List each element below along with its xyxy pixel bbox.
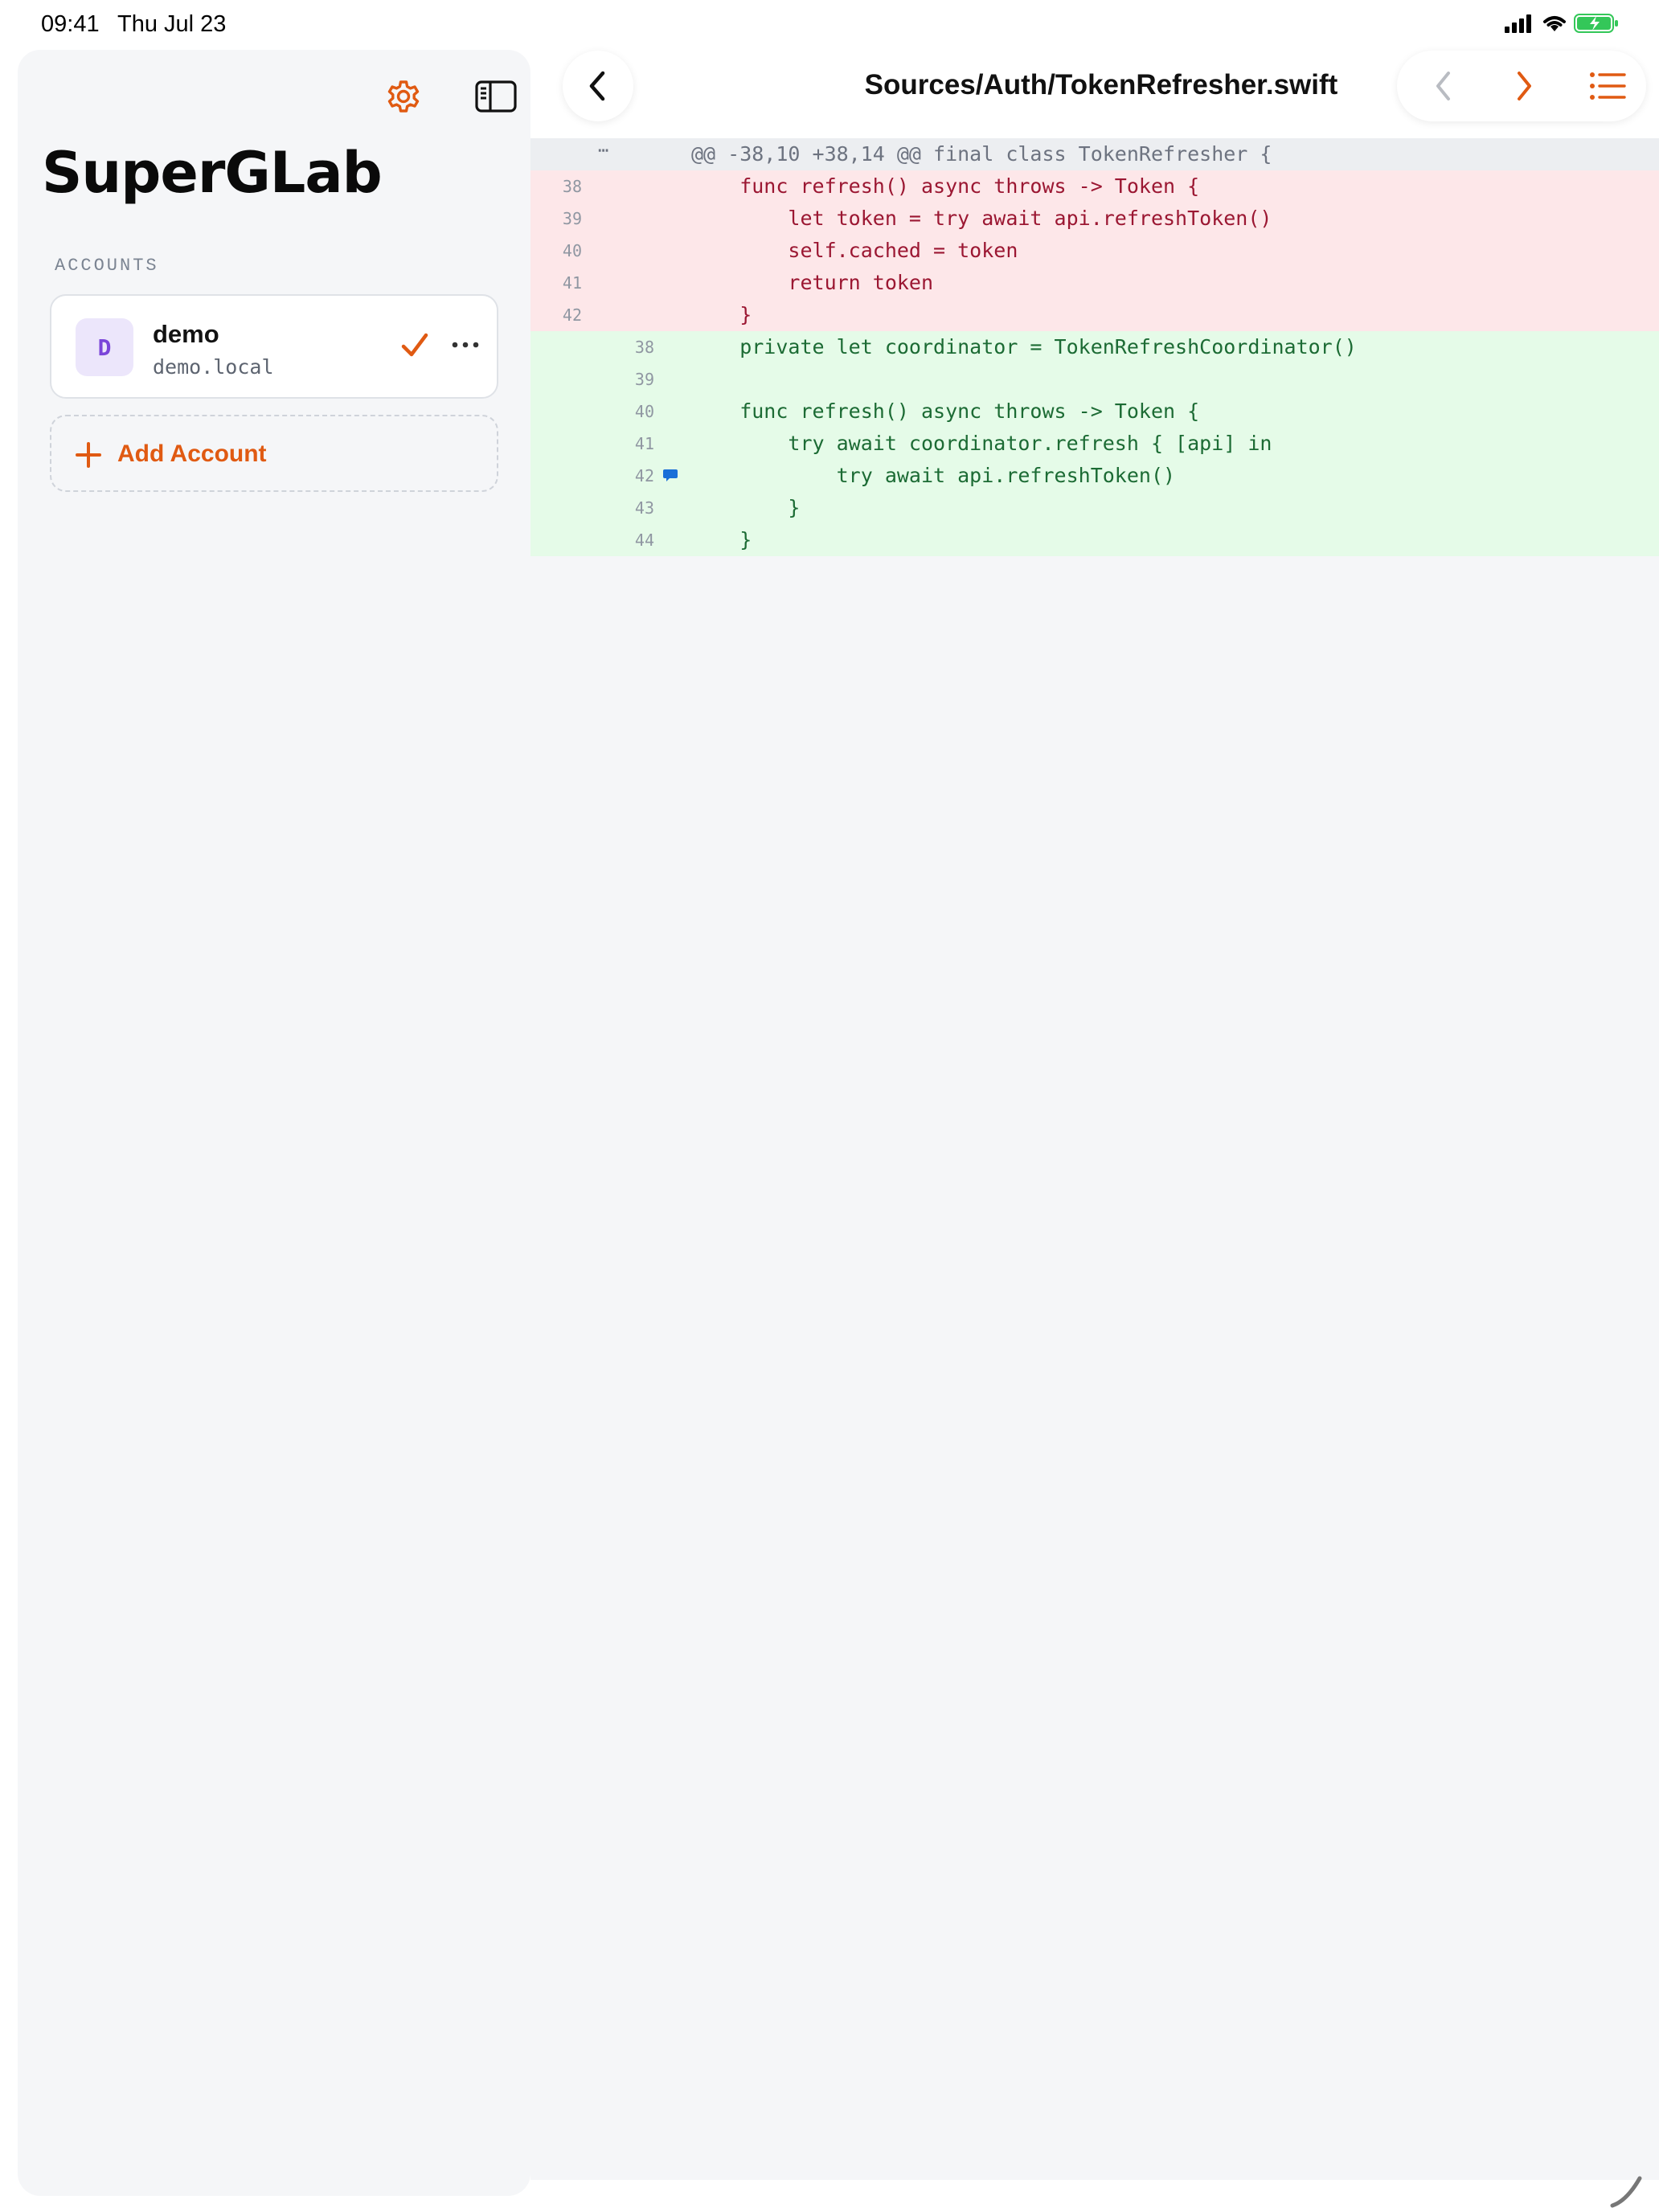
diff-line-deleted[interactable]: 38 func refresh() async throws -> Token … xyxy=(530,170,1659,203)
code-text: private let coordinator = TokenRefreshCo… xyxy=(691,335,1357,358)
scroll-indicator-icon xyxy=(1610,2176,1642,2208)
diff-line-deleted[interactable]: 39 let token = try await api.refreshToke… xyxy=(530,203,1659,235)
new-line-number: 43 xyxy=(634,498,654,518)
app-root: 09:41 Thu Jul 23 SuperGLab ACCOUNTS D de… xyxy=(0,0,1659,2212)
diff-line-deleted[interactable]: 42 } xyxy=(530,299,1659,331)
code-text: func refresh() async throws -> Token { xyxy=(691,399,1200,423)
code-text: } xyxy=(691,528,752,551)
code-text: func refresh() async throws -> Token { xyxy=(691,174,1200,198)
account-host: demo.local xyxy=(153,355,274,379)
diff-line-added[interactable]: 44 } xyxy=(530,524,1659,556)
app-title: SuperGLab xyxy=(42,140,383,206)
gear-icon xyxy=(387,80,420,113)
old-line-number: 41 xyxy=(562,273,582,293)
chevron-right-icon xyxy=(1518,72,1531,100)
status-bar: 09:41 Thu Jul 23 xyxy=(0,0,1659,50)
next-file-button[interactable] xyxy=(1493,51,1555,121)
diff-line-added[interactable]: 43 } xyxy=(530,492,1659,524)
chevron-left-icon xyxy=(1436,72,1450,100)
status-icons xyxy=(1505,13,1619,34)
code-text: self.cached = token xyxy=(691,239,1018,262)
settings-button[interactable] xyxy=(363,64,444,129)
code-text: return token xyxy=(691,271,934,294)
diff-line-deleted[interactable]: 40 self.cached = token xyxy=(530,235,1659,267)
old-line-number: 39 xyxy=(562,209,582,228)
old-line-number: 42 xyxy=(562,305,582,325)
new-line-number: 42 xyxy=(634,466,654,485)
new-line-number: 44 xyxy=(634,530,654,550)
sidebar-toggle-icon xyxy=(475,80,517,113)
diff-line-added[interactable]: 38 private let coordinator = TokenRefres… xyxy=(530,331,1659,363)
sidebar-toggle-button[interactable] xyxy=(452,64,540,129)
add-account-label: Add Account xyxy=(117,440,267,467)
accounts-section-label: ACCOUNTS xyxy=(55,256,159,276)
add-account-button[interactable]: Add Account xyxy=(50,415,498,492)
code-text: try await coordinator.refresh { [api] in xyxy=(691,432,1272,455)
account-menu-button[interactable] xyxy=(445,325,485,365)
file-list-button[interactable] xyxy=(1575,51,1640,121)
sidebar: SuperGLab ACCOUNTS D demo demo.local Add… xyxy=(18,50,530,2196)
diff-view: ⋯ @@ -38,10 +38,14 @@ final class TokenR… xyxy=(530,138,1659,2180)
new-line-number: 39 xyxy=(634,370,654,389)
hunk-header-text: @@ -38,10 +38,14 @@ final class TokenRef… xyxy=(691,142,1272,166)
new-line-number: 40 xyxy=(634,402,654,421)
expand-context-icon[interactable]: ⋯ xyxy=(598,135,608,167)
previous-file-button[interactable] xyxy=(1413,51,1474,121)
account-row-demo[interactable]: D demo demo.local xyxy=(50,294,498,399)
checkmark-icon xyxy=(401,333,428,357)
diff-line-added[interactable]: 41 try await coordinator.refresh { [api]… xyxy=(530,428,1659,460)
status-time: 09:41 xyxy=(41,11,100,37)
comment-bubble-icon[interactable] xyxy=(662,469,678,483)
diff-line-added[interactable]: 40 func refresh() async throws -> Token … xyxy=(530,395,1659,428)
diff-line-deleted[interactable]: 41 return token xyxy=(530,267,1659,299)
list-icon xyxy=(1590,72,1626,100)
chevron-left-icon xyxy=(589,71,605,101)
wifi-icon xyxy=(1543,16,1566,31)
hunk-header[interactable]: ⋯ @@ -38,10 +38,14 @@ final class TokenR… xyxy=(530,138,1659,170)
old-line-number: 40 xyxy=(562,241,582,260)
new-line-number: 41 xyxy=(634,434,654,453)
status-date: Thu Jul 23 xyxy=(117,11,227,37)
new-line-number: 38 xyxy=(634,338,654,357)
code-text: let token = try await api.refreshToken() xyxy=(691,207,1272,230)
file-navigation xyxy=(1397,51,1646,121)
diff-line-added[interactable]: 42 try await api.refreshToken() xyxy=(530,460,1659,492)
diff-line-added[interactable]: 39 xyxy=(530,363,1659,395)
cellular-signal-icon xyxy=(1505,14,1531,33)
battery-charging-icon xyxy=(1574,14,1618,33)
code-text: } xyxy=(691,496,801,519)
code-text: } xyxy=(691,303,752,326)
back-button[interactable] xyxy=(563,51,633,121)
ellipsis-icon xyxy=(452,342,479,348)
account-avatar: D xyxy=(76,318,133,376)
plus-icon xyxy=(76,442,101,468)
account-name: demo xyxy=(153,320,219,348)
old-line-number: 38 xyxy=(562,177,582,196)
code-text: try await api.refreshToken() xyxy=(691,464,1176,487)
